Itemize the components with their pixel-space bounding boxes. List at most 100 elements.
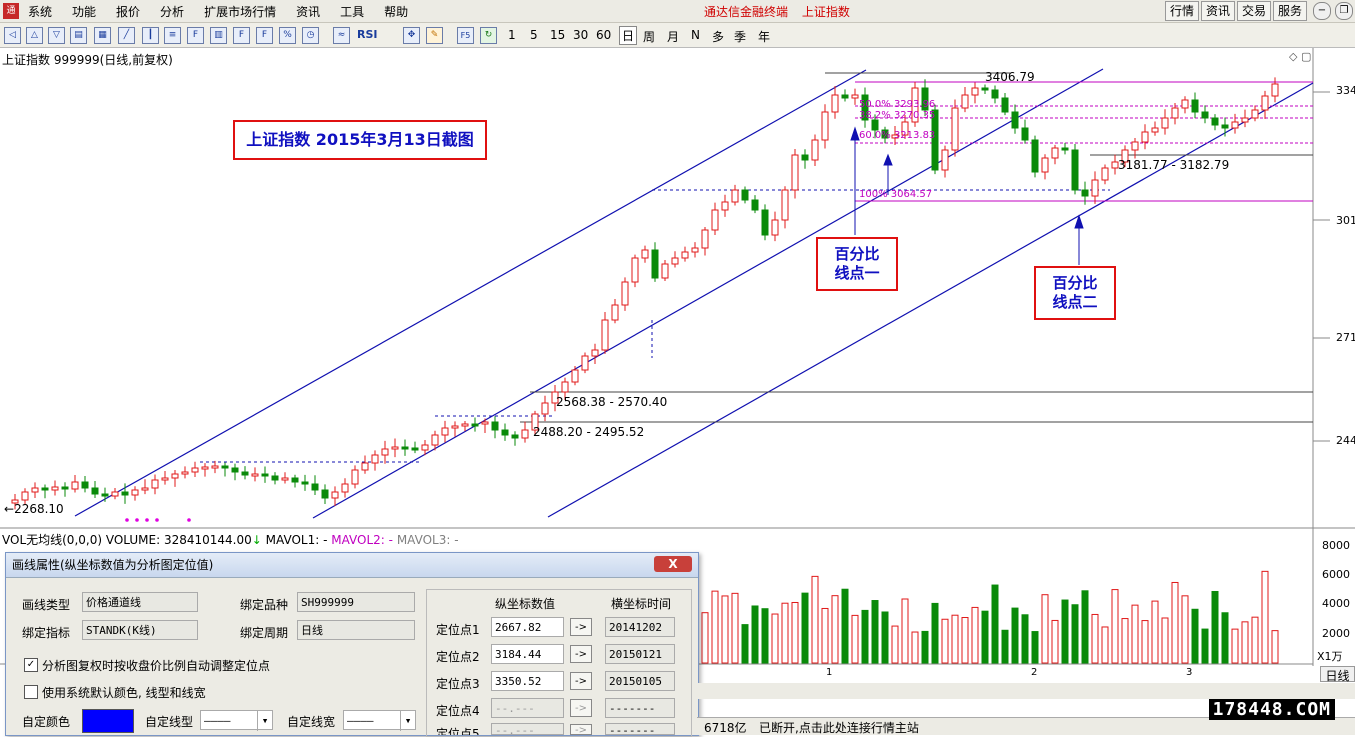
period-60min[interactable]: 60 — [596, 28, 611, 42]
indicator-icon[interactable]: ≈ — [333, 27, 350, 44]
service-button[interactable]: 服务 — [1272, 1, 1307, 21]
bind-stock-field: SH999999 — [297, 592, 415, 612]
period-month[interactable]: 月 — [667, 28, 679, 45]
f10-icon[interactable]: F — [187, 27, 204, 44]
default-style-label: 使用系统默认颜色, 线型和线宽 — [42, 686, 206, 700]
menu-item-quote[interactable]: 报价 — [116, 3, 140, 20]
app-name: 通达信金融终端 — [704, 5, 789, 19]
menu-item-extended-market[interactable]: 扩展市场行情 — [204, 3, 276, 20]
period-quarter[interactable]: 季 — [734, 28, 746, 45]
vol-unit: X1万 — [1317, 650, 1343, 663]
pencil-icon[interactable]: ✎ — [426, 27, 443, 44]
linewidth-select[interactable]: ———— ▾ — [343, 710, 416, 731]
candle-body — [1261, 95, 1269, 111]
candle-body — [451, 425, 459, 429]
candle-body — [381, 448, 389, 456]
candle-body — [621, 281, 629, 306]
point-3-arrow-button[interactable]: -> — [570, 672, 592, 690]
restore-icon[interactable]: ❐ — [1335, 2, 1353, 20]
y-tick-271: 271 — [1336, 331, 1355, 344]
f5-button[interactable]: F5 — [457, 27, 474, 44]
linetype-select[interactable]: ———— ▾ — [200, 710, 273, 731]
callout-1-line2: 线点一 — [834, 264, 880, 282]
y-tick-301: 301 — [1336, 214, 1355, 227]
trade-button[interactable]: 交易 — [1236, 1, 1271, 21]
line-properties-dialog: 画线属性(纵坐标数值为分析图定位值) X 画线类型 价格通道线 绑定品种 SH9… — [5, 552, 699, 737]
quote-button[interactable]: 行情 — [1164, 1, 1199, 21]
volume-bar — [981, 610, 989, 664]
menu-item-help[interactable]: 帮助 — [384, 3, 408, 20]
down-arrow-icon[interactable]: ▽ — [48, 27, 65, 44]
scroll-area[interactable] — [697, 683, 1355, 699]
news-button[interactable]: 资讯 — [1200, 1, 1235, 21]
point-2-value[interactable]: 3184.44 — [491, 644, 564, 664]
candle-body — [361, 462, 369, 471]
menu-item-function[interactable]: 功能 — [72, 3, 96, 20]
candle-body — [1161, 117, 1169, 129]
refresh-icon[interactable]: ↻ — [480, 27, 497, 44]
back-arrow-icon[interactable]: ◁ — [4, 27, 21, 44]
volume-bar — [811, 575, 819, 664]
candle-body — [1221, 124, 1229, 129]
point-1-arrow-button[interactable]: -> — [570, 618, 592, 636]
period-day[interactable]: 日 — [619, 26, 638, 45]
up-arrow-icon[interactable]: △ — [26, 27, 43, 44]
menu-item-analysis[interactable]: 分析 — [160, 3, 184, 20]
period-year[interactable]: 年 — [758, 28, 770, 45]
candle-body — [841, 94, 849, 99]
period-n[interactable]: N — [691, 28, 700, 42]
fiz-icon[interactable]: F — [256, 27, 273, 44]
period-15min[interactable]: 15 — [550, 28, 565, 42]
grid-icon[interactable]: ▦ — [94, 27, 111, 44]
menu-item-system[interactable]: 系统 — [28, 3, 52, 20]
point-4-arrow-button: -> — [570, 699, 592, 717]
close-icon[interactable]: X — [654, 556, 692, 572]
menu-item-tools[interactable]: 工具 — [340, 3, 364, 20]
candle-body — [1001, 97, 1009, 113]
clock-icon[interactable]: ◷ — [302, 27, 319, 44]
period-week[interactable]: 周 — [643, 28, 655, 45]
volume-bar — [1211, 590, 1219, 664]
color-swatch[interactable] — [82, 709, 134, 733]
period-multi[interactable]: 多 — [712, 28, 724, 45]
candle-body — [181, 471, 189, 475]
volume-bar — [731, 592, 739, 664]
candle-body — [271, 475, 279, 481]
volume-bar — [1251, 616, 1259, 664]
candle-body — [161, 477, 169, 481]
horizontal-lines — [520, 72, 1313, 423]
point-1-value[interactable]: 2667.82 — [491, 617, 564, 637]
line-chart-icon[interactable]: ╱ — [118, 27, 135, 44]
candle-body — [771, 219, 779, 236]
rsi-button[interactable]: RSI — [357, 28, 378, 41]
app-title: 通达信金融终端 上证指数 — [704, 3, 860, 20]
page-icon[interactable]: ▤ — [70, 27, 87, 44]
finance-icon[interactable]: F — [233, 27, 250, 44]
menu-item-info[interactable]: 资讯 — [296, 3, 320, 20]
stats-icon[interactable]: % — [279, 27, 296, 44]
candle-body — [1061, 147, 1069, 151]
chart-report-icon[interactable]: ▥ — [210, 27, 227, 44]
minimize-icon[interactable]: − — [1313, 2, 1331, 20]
candle-body — [291, 477, 299, 483]
candle-icon[interactable]: ┃ — [142, 27, 159, 44]
period-5min[interactable]: 5 — [530, 28, 538, 42]
candle-body — [491, 421, 499, 431]
point-2-arrow-button[interactable]: -> — [570, 645, 592, 663]
candle-body — [761, 209, 769, 236]
period-1min[interactable]: 1 — [508, 28, 516, 42]
auto-adjust-checkbox[interactable]: ✓ — [24, 658, 38, 672]
candle-body — [501, 429, 509, 436]
connection-status[interactable]: 已断开,点击此处连接行情主站 — [759, 719, 919, 736]
candle-body — [581, 355, 589, 371]
period-tab[interactable]: 日线 — [1320, 666, 1355, 683]
candle-body — [691, 247, 699, 253]
list-icon[interactable]: ≡ — [164, 27, 181, 44]
move-icon[interactable]: ✥ — [403, 27, 420, 44]
chart-options-icon[interactable]: ◇ ▢ — [1289, 50, 1311, 63]
period-30min[interactable]: 30 — [573, 28, 588, 42]
default-style-checkbox[interactable] — [24, 685, 38, 699]
point-3-value[interactable]: 3350.52 — [491, 671, 564, 691]
x-tick-3: 3 — [1186, 667, 1193, 678]
anchor-points-group: 纵坐标数值 横坐标时间 定位点1 2667.82 -> 20141202 定位点… — [426, 589, 692, 737]
